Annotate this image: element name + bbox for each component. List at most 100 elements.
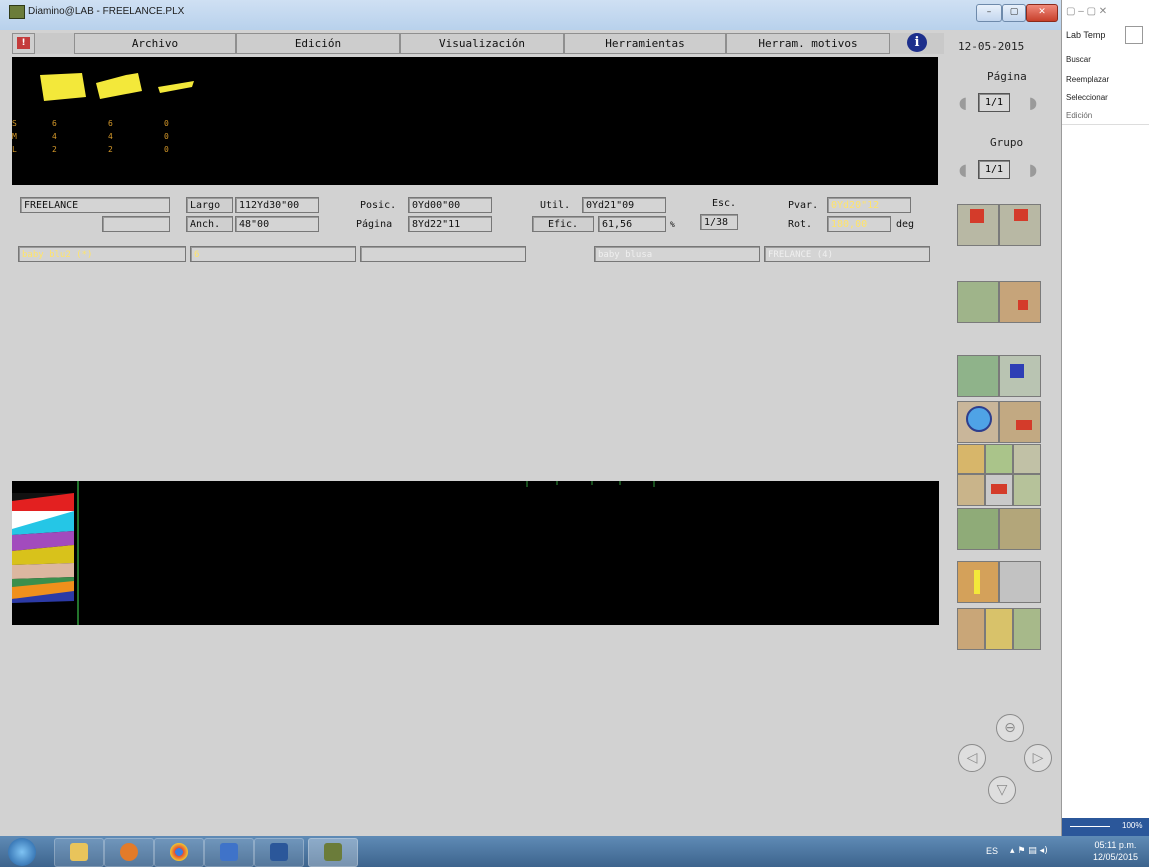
zoom-level[interactable]: 100% bbox=[1122, 821, 1142, 830]
nav-down-icon[interactable]: ▽ bbox=[988, 776, 1016, 804]
word-statusbar: 100% bbox=[1062, 818, 1149, 836]
taskbar-chrome[interactable] bbox=[154, 838, 204, 867]
legend-row-l: L bbox=[12, 145, 17, 154]
tool-arrows-icon[interactable] bbox=[985, 474, 1013, 506]
zoom-icon[interactable] bbox=[957, 401, 999, 443]
tool-swap-icon[interactable] bbox=[985, 444, 1013, 474]
ribbon-user[interactable]: Lab Temp bbox=[1066, 30, 1105, 40]
language-indicator[interactable]: ES bbox=[986, 846, 998, 856]
esc-field[interactable]: 1/38 bbox=[700, 214, 738, 230]
model-field-1[interactable]: baby blu2 (*) bbox=[18, 246, 186, 262]
pagina-field[interactable]: 8Yd22"11 bbox=[408, 216, 492, 232]
page-number-field[interactable]: 1/1 bbox=[978, 93, 1010, 112]
date-display: 12-05-2015 bbox=[958, 40, 1025, 53]
minimize-button[interactable]: – bbox=[976, 4, 1002, 22]
pvar-field[interactable]: 0Yd20"12 bbox=[827, 197, 911, 213]
tool-cols1-icon[interactable] bbox=[957, 608, 985, 650]
taskbar-diamino[interactable] bbox=[308, 838, 358, 867]
menu-visualizacion[interactable]: Visualización bbox=[400, 33, 564, 54]
menu-herramientas[interactable]: Herramientas bbox=[564, 33, 726, 54]
anch-label: Anch. bbox=[186, 216, 233, 232]
piece-sleeve[interactable] bbox=[158, 81, 194, 93]
model-field-5[interactable]: FRELANCE (4) bbox=[764, 246, 930, 262]
menu-herram-motivos[interactable]: Herram. motivos bbox=[726, 33, 890, 54]
ribbon-seleccionar[interactable]: Seleccionar bbox=[1066, 93, 1108, 102]
largo-field[interactable]: 112Yd30"00 bbox=[235, 197, 319, 213]
app-window: Diamino@LAB - FREELANCE.PLX – ▢ ✕ ! Arch… bbox=[0, 0, 1062, 836]
legend-s-c: 0 bbox=[164, 119, 169, 128]
maximize-button[interactable]: ▢ bbox=[1002, 4, 1026, 22]
model-field-2[interactable]: 6 bbox=[190, 246, 356, 262]
esc-label: Esc. bbox=[712, 198, 737, 209]
model-field-3[interactable] bbox=[360, 246, 526, 262]
marker-name-field[interactable]: FREELANCE bbox=[20, 197, 170, 213]
user-avatar[interactable] bbox=[1125, 26, 1143, 44]
group-next-icon[interactable]: ◗ bbox=[1026, 161, 1040, 179]
posic-field[interactable]: 0Yd00"00 bbox=[408, 197, 492, 213]
menu-archivo[interactable]: Archivo bbox=[74, 33, 236, 54]
pvar-label: Pvar. bbox=[788, 200, 819, 211]
tool-walk-icon[interactable] bbox=[957, 508, 999, 550]
util-field[interactable]: 0Yd21"09 bbox=[582, 197, 666, 213]
piece-back[interactable] bbox=[96, 73, 142, 99]
taskbar-app[interactable] bbox=[204, 838, 254, 867]
legend-s-b: 6 bbox=[108, 119, 113, 128]
tool-cols3-icon[interactable] bbox=[1013, 608, 1041, 650]
info-icon[interactable]: i bbox=[907, 33, 927, 52]
rot-field[interactable]: 180,00 bbox=[827, 216, 891, 232]
align-tool-icon[interactable] bbox=[957, 281, 999, 323]
fill-tool-icon[interactable] bbox=[999, 401, 1041, 443]
ribbon-reemplazar[interactable]: Reemplazar bbox=[1066, 75, 1109, 84]
tool-run-icon[interactable] bbox=[999, 508, 1041, 550]
close-button[interactable]: ✕ bbox=[1026, 4, 1058, 22]
page-prev-icon[interactable]: ◖ bbox=[956, 94, 970, 112]
background-app-ribbon: ▢ – ▢ ✕ Lab Temp Buscar Reemplazar Selec… bbox=[1062, 0, 1149, 836]
piece-front[interactable] bbox=[40, 73, 86, 101]
rot-unit: deg bbox=[896, 219, 915, 230]
start-button[interactable] bbox=[8, 838, 36, 866]
tool-gear-icon[interactable] bbox=[999, 561, 1041, 603]
tool-box-icon[interactable] bbox=[1013, 474, 1041, 506]
window-title: Diamino@LAB - FREELANCE.PLX bbox=[28, 6, 185, 17]
model-field-4[interactable]: baby blusa bbox=[594, 246, 760, 262]
legend-row-s: S bbox=[12, 119, 17, 128]
tool-lightning-icon[interactable] bbox=[957, 561, 999, 603]
nav-up-icon[interactable]: ⊖ bbox=[996, 714, 1024, 742]
marker-canvas[interactable] bbox=[12, 481, 939, 625]
tool-split-icon[interactable] bbox=[1013, 444, 1041, 474]
piece-beige[interactable] bbox=[12, 563, 74, 579]
efic-button[interactable]: Efic. bbox=[532, 216, 594, 232]
marker-name2-field[interactable] bbox=[102, 216, 170, 232]
rotate-tool-icon[interactable] bbox=[999, 204, 1041, 246]
taskbar-media[interactable] bbox=[104, 838, 154, 867]
taskbar-word[interactable] bbox=[254, 838, 304, 867]
tool-h-icon[interactable] bbox=[957, 444, 985, 474]
move-up-tool-icon[interactable] bbox=[957, 204, 999, 246]
zoom-slider[interactable] bbox=[1070, 826, 1110, 827]
tool-cols2-icon[interactable] bbox=[985, 608, 1013, 650]
page-next-icon[interactable]: ◗ bbox=[1026, 94, 1040, 112]
title-bar: Diamino@LAB - FREELANCE.PLX – ▢ ✕ bbox=[0, 0, 1061, 30]
nav-right-icon[interactable]: ▷ bbox=[1024, 744, 1052, 772]
nav-left-icon[interactable]: ◁ bbox=[958, 744, 986, 772]
pieces-overview-canvas[interactable]: S 6 6 0 M 4 4 0 L 2 2 0 bbox=[12, 57, 938, 185]
group-prev-icon[interactable]: ◖ bbox=[956, 161, 970, 179]
util-label: Util. bbox=[540, 200, 571, 211]
tool-piece-icon[interactable] bbox=[957, 474, 985, 506]
marker-canvas-svg bbox=[12, 481, 655, 625]
taskbar-explorer[interactable] bbox=[54, 838, 104, 867]
efic-field[interactable]: 61,56 bbox=[598, 216, 666, 232]
anch-field[interactable]: 48"00 bbox=[235, 216, 319, 232]
ribbon-buscar[interactable]: Buscar bbox=[1066, 55, 1091, 64]
legend-m-a: 4 bbox=[52, 132, 57, 141]
cut-tool-icon[interactable] bbox=[999, 281, 1041, 323]
alert-button[interactable]: ! bbox=[12, 33, 35, 54]
posic-label: Posic. bbox=[360, 200, 397, 211]
tray-icons[interactable]: ▴ ⚑ ▤ ◂) bbox=[1010, 846, 1048, 856]
mirror-tool-icon[interactable] bbox=[999, 355, 1041, 397]
legend-m-c: 0 bbox=[164, 132, 169, 141]
menu-edicion[interactable]: Edición bbox=[236, 33, 400, 54]
flip-tool-icon[interactable] bbox=[957, 355, 999, 397]
group-number-field[interactable]: 1/1 bbox=[978, 160, 1010, 179]
tray-clock[interactable]: 05:11 p.m. 12/05/2015 bbox=[1093, 839, 1138, 863]
